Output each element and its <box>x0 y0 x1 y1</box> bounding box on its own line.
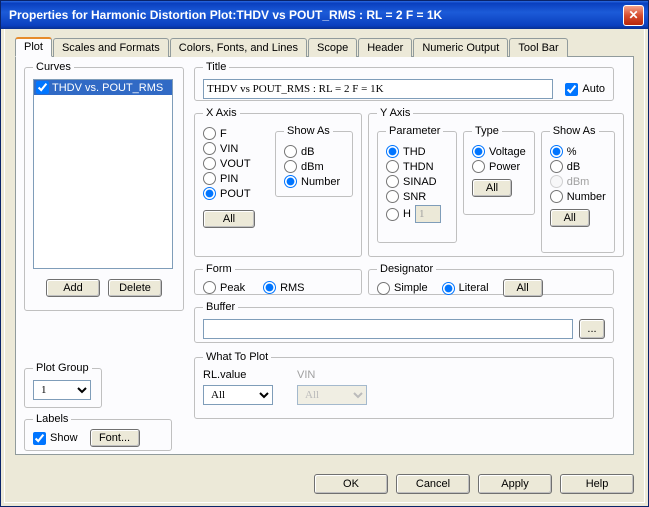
yparam-group: Parameter THD THDN SINAD SNR H <box>377 125 457 243</box>
designator-simple[interactable]: Simple <box>377 282 428 295</box>
curve-label: THDV vs. POUT_RMS <box>52 82 163 94</box>
xaxis-pin[interactable]: PIN <box>203 172 267 185</box>
wtp-legend: What To Plot <box>203 351 271 363</box>
title-group: Title Auto <box>194 61 614 101</box>
xaxis-showas-legend: Show As <box>284 125 333 137</box>
yaxis-legend: Y Axis <box>377 107 413 119</box>
wtp-rl-label: RL.value <box>203 369 273 381</box>
buffer-group: Buffer ... <box>194 301 614 343</box>
yparam-thdn[interactable]: THDN <box>386 160 448 173</box>
tab-page-plot: Curves THDV vs. POUT_RMS Add Delete Plot… <box>15 57 634 455</box>
tab-toolbar[interactable]: Tool Bar <box>509 38 567 57</box>
apply-button[interactable]: Apply <box>478 474 552 494</box>
yparam-h-input <box>415 205 441 223</box>
designator-all-button[interactable]: All <box>503 279 543 297</box>
ytype-voltage[interactable]: Voltage <box>472 145 526 158</box>
yshow-number[interactable]: Number <box>550 190 606 203</box>
curves-add-button[interactable]: Add <box>46 279 100 297</box>
tab-scales[interactable]: Scales and Formats <box>53 38 169 57</box>
yshow-db[interactable]: dB <box>550 160 606 173</box>
yshowas-legend: Show As <box>550 125 599 137</box>
xaxis-vin[interactable]: VIN <box>203 142 267 155</box>
tab-header[interactable]: Header <box>358 38 412 57</box>
tab-plot[interactable]: Plot <box>15 37 52 57</box>
cancel-button[interactable]: Cancel <box>396 474 470 494</box>
yparam-legend: Parameter <box>386 125 443 137</box>
curves-list-item[interactable]: THDV vs. POUT_RMS <box>34 80 172 95</box>
wtp-vin-select: All <box>297 385 367 405</box>
labels-legend: Labels <box>33 413 71 425</box>
yshowas-group: Show As % dB dBm Number All <box>541 125 615 253</box>
tab-strip: Plot Scales and Formats Colors, Fonts, a… <box>15 35 634 57</box>
help-button[interactable]: Help <box>560 474 634 494</box>
ytype-legend: Type <box>472 125 502 137</box>
title-auto-check[interactable]: Auto <box>565 83 605 96</box>
xaxis-vout[interactable]: VOUT <box>203 157 267 170</box>
yaxis-group: Y Axis Parameter THD THDN SINAD SNR H <box>368 107 624 257</box>
yparam-thd[interactable]: THD <box>386 145 448 158</box>
plotgroup-select[interactable]: 1 <box>33 380 91 400</box>
curve-checkbox[interactable] <box>36 81 49 94</box>
close-button[interactable]: ✕ <box>623 5 644 26</box>
yshow-pct[interactable]: % <box>550 145 606 158</box>
xshow-dbm[interactable]: dBm <box>284 160 344 173</box>
form-legend: Form <box>203 263 235 275</box>
xaxis-legend: X Axis <box>203 107 240 119</box>
yparam-sinad[interactable]: SINAD <box>386 175 448 188</box>
xshow-db[interactable]: dB <box>284 145 344 158</box>
yshow-all-button[interactable]: All <box>550 209 590 227</box>
yparam-h[interactable]: H <box>386 208 411 221</box>
yparam-snr[interactable]: SNR <box>386 190 448 203</box>
form-rms[interactable]: RMS <box>263 281 304 294</box>
xaxis-group: X Axis F VIN VOUT PIN POUT All Show As d… <box>194 107 362 257</box>
tab-scope[interactable]: Scope <box>308 38 357 57</box>
curves-delete-button[interactable]: Delete <box>108 279 162 297</box>
form-peak[interactable]: Peak <box>203 281 245 294</box>
wtp-group: What To Plot RL.value All VIN All <box>194 351 614 419</box>
curves-list[interactable]: THDV vs. POUT_RMS <box>33 79 173 269</box>
xaxis-showas-group: Show As dB dBm Number <box>275 125 353 197</box>
yshow-dbm: dBm <box>550 175 606 188</box>
curves-group: Curves THDV vs. POUT_RMS Add Delete <box>24 61 184 311</box>
plotgroup-legend: Plot Group <box>33 362 92 374</box>
designator-group: Designator Simple Literal All <box>368 263 614 295</box>
dialog-footer: OK Cancel Apply Help <box>5 474 634 494</box>
title-input[interactable] <box>203 79 553 99</box>
buffer-input[interactable] <box>203 319 573 339</box>
xshow-number[interactable]: Number <box>284 175 344 188</box>
designator-literal[interactable]: Literal <box>442 282 489 295</box>
labels-font-button[interactable]: Font... <box>90 429 140 447</box>
curves-legend: Curves <box>33 61 74 73</box>
tab-colors[interactable]: Colors, Fonts, and Lines <box>170 38 307 57</box>
labels-group: Labels Show Font... <box>24 413 172 451</box>
buffer-browse-button[interactable]: ... <box>579 319 605 339</box>
wtp-vin-label: VIN <box>297 369 367 381</box>
wtp-rl-select[interactable]: All <box>203 385 273 405</box>
plotgroup-group: Plot Group 1 <box>24 362 102 408</box>
xaxis-pout[interactable]: POUT <box>203 187 267 200</box>
xaxis-f[interactable]: F <box>203 127 267 140</box>
window-title: Properties for Harmonic Distortion Plot:… <box>9 8 623 22</box>
xaxis-all-button[interactable]: All <box>203 210 255 228</box>
ytype-group: Type Voltage Power All <box>463 125 535 215</box>
ytype-power[interactable]: Power <box>472 160 526 173</box>
title-legend: Title <box>203 61 229 73</box>
buffer-legend: Buffer <box>203 301 238 313</box>
tab-numeric[interactable]: Numeric Output <box>413 38 508 57</box>
designator-legend: Designator <box>377 263 436 275</box>
ok-button[interactable]: OK <box>314 474 388 494</box>
labels-show-check[interactable]: Show <box>33 432 78 445</box>
ytype-all-button[interactable]: All <box>472 179 512 197</box>
form-group: Form Peak RMS <box>194 263 362 295</box>
